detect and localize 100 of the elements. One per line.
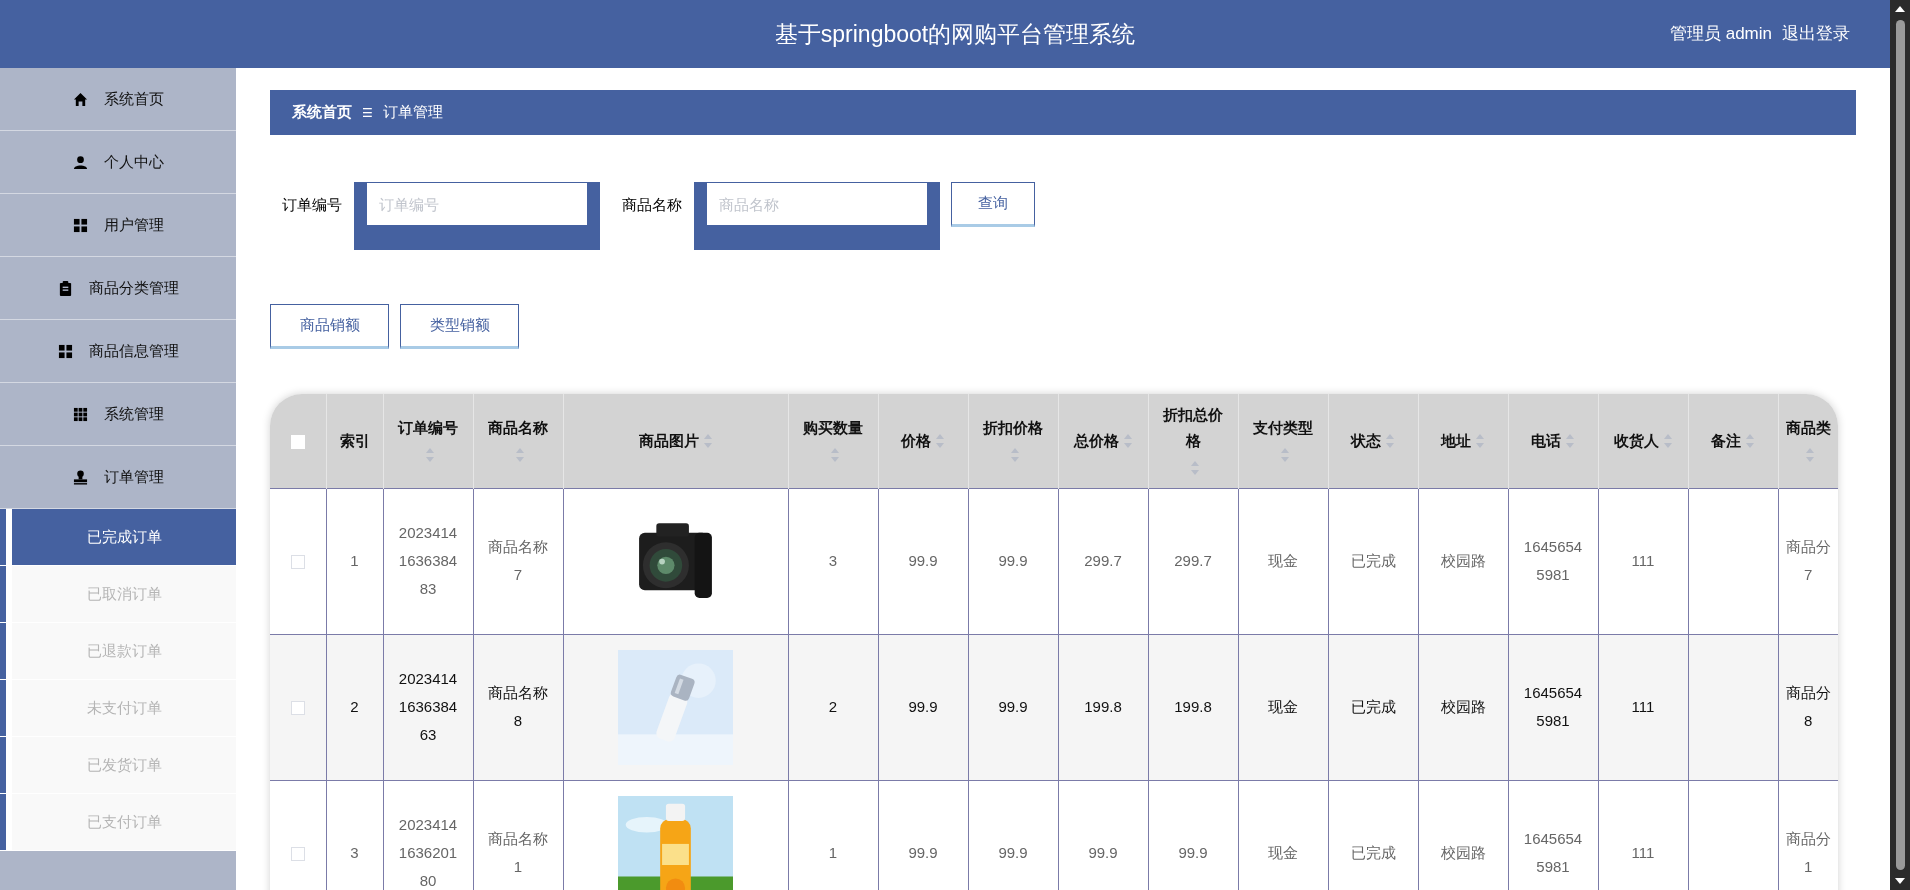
table-cell: 111 — [1631, 552, 1655, 569]
logout-link[interactable]: 退出登录 — [1782, 22, 1850, 45]
user-icon — [72, 154, 88, 170]
column-header[interactable]: 总价格 — [1073, 428, 1119, 455]
column-header[interactable]: 价格 — [901, 428, 931, 455]
table-cell: 3 — [828, 552, 838, 569]
nav-label: 商品信息管理 — [88, 341, 179, 361]
table-cell: 111 — [1631, 698, 1655, 715]
grid-icon — [57, 343, 73, 359]
table-cell: 16456545981 — [1523, 684, 1583, 729]
table-cell: 16456545981 — [1523, 830, 1583, 876]
sort-icon[interactable] — [1190, 459, 1200, 476]
table-cell: 商品分8 — [1785, 684, 1831, 729]
table-cell: 校园路 — [1440, 698, 1486, 715]
submenu-item[interactable]: 已完成订单 — [12, 509, 236, 565]
column-header[interactable]: 商品图片 — [638, 428, 699, 455]
table-cell: 2023414163638483 — [398, 524, 458, 597]
column-header[interactable]: 购买数量 — [803, 415, 863, 442]
breadcrumb-item[interactable]: 系统首页 — [292, 103, 352, 122]
table-cell: 2 — [350, 698, 359, 715]
table-cell: 111 — [1631, 844, 1655, 862]
grid-icon — [72, 217, 88, 233]
table-cell: 99.9 — [908, 844, 938, 862]
sort-icon[interactable] — [1122, 433, 1133, 450]
search-field[interactable]: 商品名称 — [694, 182, 940, 250]
table-cell: 299.7 — [1084, 552, 1122, 569]
table-cell: 商品分1 — [1785, 830, 1831, 876]
table-cell: 2 — [828, 698, 838, 715]
sort-icon[interactable] — [1385, 433, 1395, 450]
row-checkbox[interactable] — [290, 555, 305, 570]
table-cell: 99.9 — [908, 552, 938, 569]
table-cell: 商品名称8 — [488, 684, 548, 729]
table-cell: 3 — [350, 844, 359, 862]
sort-icon[interactable] — [830, 447, 840, 464]
sort-icon[interactable] — [935, 433, 945, 450]
action-button[interactable]: 类型销额 — [400, 304, 519, 349]
separator-icon: ☰ — [362, 105, 373, 120]
query-button[interactable]: 查询 — [951, 182, 1035, 227]
column-header[interactable]: 状态 — [1351, 428, 1381, 455]
table-cell: 99.9 — [1178, 844, 1208, 862]
sort-icon[interactable] — [1805, 447, 1816, 464]
search-field[interactable]: 订单编号 — [354, 182, 600, 250]
table-cell: 现金 — [1268, 844, 1298, 862]
table-cell: 已完成 — [1350, 698, 1396, 715]
table-cell: 商品名称7 — [488, 538, 548, 583]
nav-label: 系统首页 — [103, 89, 164, 109]
table-cell: 2023414163620180 — [398, 816, 458, 890]
breadcrumb-item[interactable]: 订单管理 — [382, 103, 443, 122]
column-header[interactable]: 地址 — [1441, 428, 1471, 455]
app-title: 基于springboot的网购平台管理系统 — [774, 19, 1136, 49]
table-cell: 199.8 — [1174, 698, 1212, 715]
select-all-checkbox[interactable] — [290, 434, 305, 449]
sort-icon[interactable] — [1745, 433, 1755, 450]
row-checkbox[interactable] — [290, 847, 305, 862]
table-cell: 商品名称1 — [488, 830, 548, 876]
stamp-icon — [72, 469, 88, 485]
nav-label: 商品分类管理 — [88, 278, 179, 298]
table-cell: 商品分7 — [1785, 538, 1831, 583]
sort-icon[interactable] — [1475, 433, 1485, 450]
table-cell: 99.9 — [998, 844, 1028, 862]
table-cell: 1 — [350, 552, 359, 569]
table-cell: 99.9 — [998, 698, 1028, 715]
column-header[interactable]: 支付类型 — [1253, 415, 1313, 442]
table-cell: 校园路 — [1440, 844, 1486, 862]
table-cell: 现金 — [1268, 552, 1298, 569]
table-cell: 199.8 — [1084, 698, 1122, 715]
sort-icon[interactable] — [1280, 447, 1290, 464]
column-header[interactable]: 订单编号 — [398, 415, 458, 442]
column-header[interactable]: 商品名称 — [488, 415, 548, 442]
sort-icon[interactable] — [515, 447, 525, 464]
grid-icon — [72, 406, 88, 422]
table-cell: 1 — [828, 844, 838, 862]
sort-icon[interactable] — [1010, 447, 1020, 464]
table-cell: 99.9 — [1088, 844, 1118, 862]
sort-icon[interactable] — [1662, 433, 1673, 450]
scroll-thumb[interactable] — [1895, 20, 1905, 870]
scroll-up-icon[interactable] — [1895, 6, 1905, 12]
field-label: 订单编号 — [282, 196, 342, 215]
table-cell: 2023414163638463 — [398, 670, 458, 743]
nav-label: 订单管理 — [103, 467, 164, 487]
column-header[interactable]: 索引 — [339, 428, 370, 455]
column-header[interactable]: 电话 — [1531, 428, 1561, 455]
sort-icon[interactable] — [1565, 433, 1575, 450]
table-cell: 现金 — [1268, 698, 1298, 715]
column-header[interactable]: 收货人 — [1613, 428, 1659, 455]
scroll-down-icon[interactable] — [1895, 878, 1905, 884]
table-cell: 99.9 — [908, 698, 938, 715]
sort-icon[interactable] — [425, 447, 435, 464]
column-header[interactable]: 备注 — [1711, 428, 1741, 455]
scrollbar[interactable] — [1890, 0, 1910, 890]
table-cell: 299.7 — [1174, 552, 1212, 569]
column-header[interactable]: 折扣价格 — [983, 415, 1043, 442]
table-cell: 已完成 — [1350, 552, 1396, 569]
nav-label: 个人中心 — [103, 152, 164, 172]
action-button[interactable]: 商品销额 — [270, 304, 389, 349]
row-checkbox[interactable] — [290, 701, 305, 716]
table-cell: 校园路 — [1440, 552, 1486, 569]
home-icon — [72, 91, 88, 107]
sort-icon[interactable] — [702, 433, 713, 450]
field-label: 商品名称 — [622, 196, 682, 215]
